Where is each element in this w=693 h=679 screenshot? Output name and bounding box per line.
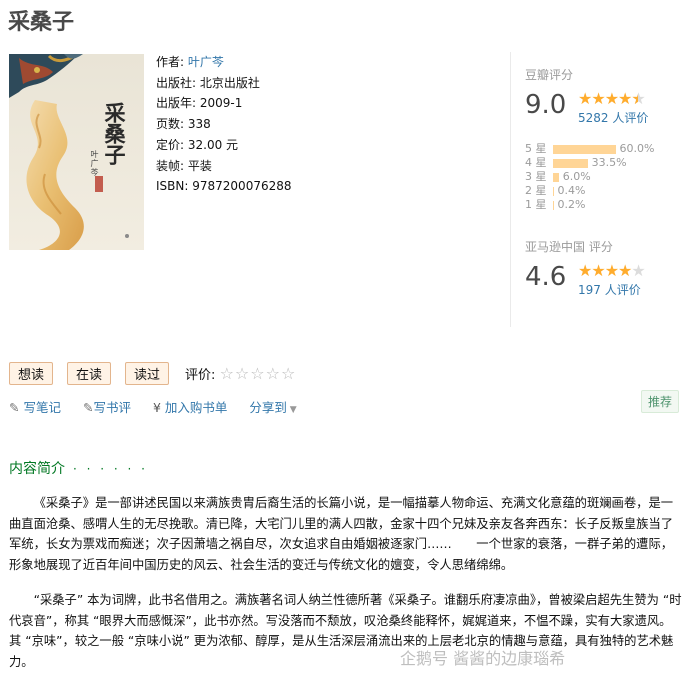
add-to-cart-link[interactable]: ¥ 加入购书单 bbox=[153, 400, 227, 415]
rate-stars-icon[interactable]: ☆☆☆☆☆ bbox=[220, 364, 297, 383]
amazon-rating-label: 亚马逊中国 评分 bbox=[525, 240, 613, 254]
binding-row: 装帧: 平装 bbox=[156, 156, 292, 177]
dist-bar-1 bbox=[552, 200, 554, 210]
dist-pct-1: 0.2% bbox=[557, 198, 586, 211]
book-info: 作者: 叶广芩 出版社: 北京出版社 出版年: 2009-1 页数: 338 定… bbox=[156, 52, 292, 197]
dist-row-1: 1 星 0.2% bbox=[525, 196, 585, 212]
write-review-link[interactable]: ✎写书评 bbox=[83, 400, 131, 415]
binding-value: 平装 bbox=[187, 158, 212, 173]
amazon-score: 4.6 bbox=[525, 262, 567, 292]
isbn-value: 9787200076288 bbox=[192, 179, 292, 194]
douban-score: 9.0 bbox=[525, 90, 567, 120]
publisher-row: 出版社: 北京出版社 bbox=[156, 73, 292, 94]
rating-panel: 豆瓣评分 9.0 ★★★★★★ 5282 人评价 5 星60.0% 4 星33.… bbox=[510, 52, 680, 327]
share-label: 分享到 bbox=[249, 400, 287, 415]
have-read-button[interactable]: 读过 bbox=[125, 362, 170, 385]
dist-bar-5 bbox=[552, 144, 616, 154]
dist-label-1: 1 星 bbox=[525, 198, 547, 211]
pubdate-label: 出版年: bbox=[156, 96, 197, 111]
watermark-text: 企鹅号 酱酱的边康瑙希 bbox=[400, 649, 566, 668]
cover-title-text: 采桑子 bbox=[102, 102, 127, 165]
dist-pct-4: 33.5% bbox=[591, 156, 627, 169]
intro-paragraph-1: 《采桑子》是一部讲述民国以来满族贵胄后裔生活的长篇小说，是一幅描摹人物命运、充满… bbox=[9, 496, 674, 572]
book-cover[interactable]: 采桑子 叶广芩 bbox=[9, 54, 144, 250]
intro-paragraph-2: “采桑子” 本为词牌，此书名借用之。满族著名词人纳兰性德所著《采桑子。谁翻乐府凄… bbox=[9, 593, 682, 669]
write-note-link[interactable]: ✎ 写笔记 bbox=[9, 400, 61, 415]
yen-icon: ¥ bbox=[152, 400, 161, 415]
dist-bar-4 bbox=[552, 158, 588, 168]
cover-author-text: 叶广芩 bbox=[90, 150, 99, 177]
douban-stars-icon: ★★★★★★ bbox=[578, 89, 646, 108]
want-to-read-button[interactable]: 想读 bbox=[9, 362, 54, 385]
price-value: 32.00 元 bbox=[187, 137, 239, 152]
intro-title: 内容简介 bbox=[9, 461, 65, 477]
isbn-row: ISBN: 9787200076288 bbox=[156, 176, 292, 197]
publisher-value: 北京出版社 bbox=[199, 75, 260, 90]
share-link[interactable]: 分享到 ▼ bbox=[249, 400, 296, 415]
intro-dots: · · · · · · bbox=[73, 462, 148, 476]
pubdate-value: 2009-1 bbox=[199, 96, 243, 111]
douban-count-link[interactable]: 5282 人评价 bbox=[578, 109, 648, 126]
rate-widget: 评价: ☆☆☆☆☆ bbox=[185, 364, 296, 383]
pages-row: 页数: 338 bbox=[156, 114, 292, 135]
reading-button[interactable]: 在读 bbox=[67, 362, 112, 385]
dist-bar-2 bbox=[552, 186, 554, 196]
intro-section-title: 内容简介 · · · · · · bbox=[9, 458, 148, 478]
page-title: 采桑子 bbox=[8, 10, 75, 35]
pages-label: 页数: bbox=[156, 117, 185, 132]
price-label: 定价: bbox=[156, 137, 185, 152]
douban-rating-label: 豆瓣评分 bbox=[525, 68, 574, 82]
pencil-icon: ✎ bbox=[9, 400, 20, 415]
pages-value: 338 bbox=[187, 117, 211, 132]
pencil-icon: ✎ bbox=[82, 400, 94, 415]
author-link[interactable]: 叶广芩 bbox=[188, 55, 224, 69]
add-to-cart-label: 加入购书单 bbox=[164, 400, 228, 415]
publisher-label: 出版社: bbox=[156, 75, 197, 90]
recommend-button[interactable]: 推荐 bbox=[641, 390, 680, 413]
reading-actions: 想读 在读 读过 评价: ☆☆☆☆☆ bbox=[9, 362, 296, 385]
amazon-stars-icon: ★★★★★ bbox=[578, 261, 646, 280]
write-note-label: 写笔记 bbox=[23, 400, 61, 415]
isbn-label: ISBN: bbox=[156, 179, 189, 194]
rate-label: 评价: bbox=[185, 368, 216, 383]
dist-bar-3 bbox=[552, 172, 559, 182]
author-row: 作者: 叶广芩 bbox=[156, 52, 292, 73]
write-review-label: 写书评 bbox=[93, 400, 131, 415]
caret-down-icon: ▼ bbox=[286, 405, 297, 415]
amazon-count-link[interactable]: 197 人评价 bbox=[578, 281, 641, 298]
action-links: ✎ 写笔记 ✎写书评 ¥ 加入购书单 分享到 ▼ bbox=[9, 397, 315, 416]
pubdate-row: 出版年: 2009-1 bbox=[156, 93, 292, 114]
author-label: 作者: bbox=[156, 55, 185, 69]
price-row: 定价: 32.00 元 bbox=[156, 135, 292, 156]
binding-label: 装帧: bbox=[156, 158, 185, 173]
